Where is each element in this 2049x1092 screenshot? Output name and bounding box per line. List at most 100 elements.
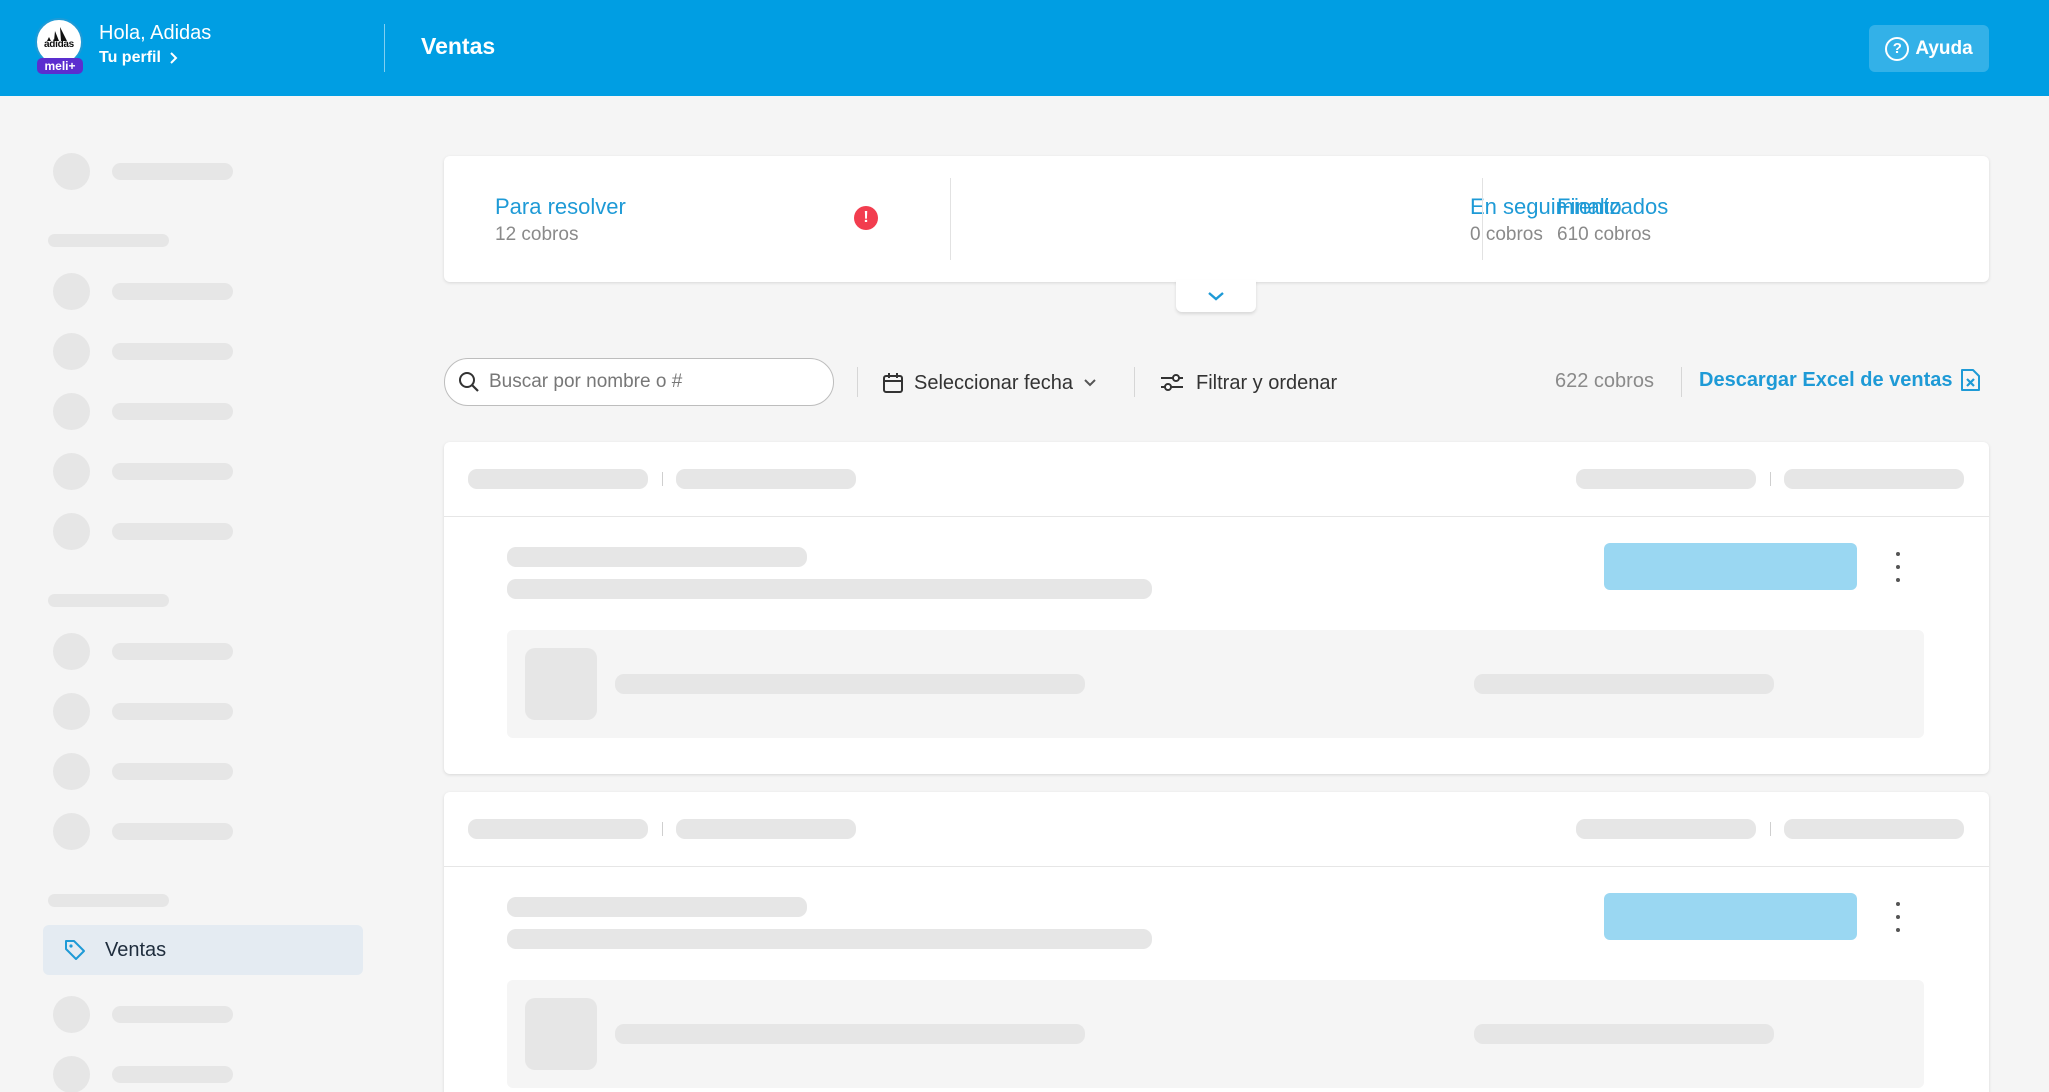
more-options-icon[interactable] — [1893, 902, 1903, 932]
chevron-down-icon — [1208, 292, 1224, 301]
sidebar-skeleton-icon — [53, 996, 90, 1033]
sidebar-skeleton-icon — [53, 333, 90, 370]
sidebar-skeleton-icon — [53, 513, 90, 550]
skeleton-line — [468, 469, 648, 489]
sidebar-skeleton-label — [112, 163, 233, 180]
brand-text: adidas — [44, 39, 74, 50]
excel-file-icon — [1960, 369, 1980, 391]
sidebar-item-ventas[interactable]: Ventas — [43, 925, 363, 975]
greeting-text: Hola, Adidas — [99, 22, 212, 44]
skeleton-item-box — [507, 630, 1924, 738]
help-button[interactable]: ? Ayuda — [1869, 25, 1989, 72]
status-title: Finalizados — [1557, 194, 1669, 219]
sale-card — [444, 442, 1989, 774]
skeleton-action-button — [1604, 893, 1857, 940]
skeleton-divider — [662, 822, 663, 836]
sidebar-skeleton-icon — [53, 453, 90, 490]
search-icon — [459, 372, 479, 392]
sidebar-skeleton-icon — [53, 153, 90, 190]
filter-sort-button[interactable]: Filtrar y ordenar — [1160, 368, 1337, 398]
sidebar-skeleton-label — [112, 523, 233, 540]
skeleton-line — [615, 674, 1085, 694]
question-circle-icon: ? — [1885, 36, 1910, 61]
chevron-right-icon — [170, 52, 178, 64]
skeleton-line — [676, 469, 856, 489]
status-tab-en-seguimiento[interactable] — [951, 156, 1481, 282]
sidebar-skeleton-icon — [53, 1056, 90, 1092]
sidebar-skeleton-label — [112, 463, 233, 480]
status-tab-finalizados[interactable]: Finalizados 610 cobros — [1483, 156, 1989, 282]
card-divider — [444, 866, 1989, 867]
download-excel-link[interactable]: Descargar Excel de ventas — [1699, 368, 1981, 392]
skeleton-item-box — [507, 980, 1924, 1088]
select-date-label: Seleccionar fecha — [914, 371, 1073, 394]
skeleton-divider — [1770, 472, 1771, 486]
sidebar-skeleton-section — [48, 234, 169, 247]
toolbar-divider — [1681, 367, 1682, 397]
skeleton-line — [676, 819, 856, 839]
filter-sort-label: Filtrar y ordenar — [1196, 371, 1338, 394]
skeleton-line — [1784, 819, 1964, 839]
sliders-icon — [1161, 374, 1183, 391]
sidebar-skeleton-section — [48, 894, 169, 907]
status-tab-para-resolver[interactable]: Para resolver 12 cobros ! — [444, 156, 953, 282]
sidebar-skeleton-icon — [53, 693, 90, 730]
status-summary-card: Para resolver 12 cobros ! En seguimiento… — [444, 156, 1989, 282]
skeleton-line — [507, 579, 1152, 599]
skeleton-line — [1576, 819, 1756, 839]
skeleton-line — [615, 1024, 1085, 1044]
sidebar-skeleton-label — [112, 703, 233, 720]
skeleton-thumbnail — [525, 648, 597, 720]
search-box[interactable] — [444, 358, 834, 406]
help-button-label: Ayuda — [1915, 37, 1973, 59]
skeleton-line — [1784, 469, 1964, 489]
sidebar-skeleton-icon — [53, 753, 90, 790]
card-divider — [444, 516, 1989, 517]
skeleton-line — [507, 897, 807, 917]
skeleton-line — [1474, 674, 1774, 694]
sidebar-skeleton-label — [112, 1006, 233, 1023]
profile-link-label: Tu perfil — [99, 49, 161, 66]
skeleton-divider — [662, 472, 663, 486]
tag-icon — [65, 940, 85, 960]
top-header: adidas meli+ Hola, Adidas Tu perfil Vent… — [0, 0, 2049, 96]
sidebar-skeleton-label — [112, 763, 233, 780]
skeleton-line — [1576, 469, 1756, 489]
sidebar-item-label: Ventas — [105, 938, 167, 961]
sidebar-skeleton-label — [112, 403, 233, 420]
status-count: 12 cobros — [495, 224, 579, 245]
results-count: 622 cobros — [1555, 370, 1654, 392]
status-title: Para resolver — [495, 194, 626, 219]
sidebar-skeleton-icon — [53, 633, 90, 670]
skeleton-divider — [1770, 822, 1771, 836]
sidebar-skeleton-label — [112, 283, 233, 300]
toolbar-divider — [1134, 367, 1135, 397]
expand-status-button[interactable] — [1176, 280, 1256, 312]
search-input[interactable] — [489, 371, 819, 393]
skeleton-line — [507, 547, 807, 567]
sidebar-skeleton-section — [48, 594, 169, 607]
sidebar-skeleton-label — [112, 343, 233, 360]
meli-plus-badge: meli+ — [37, 58, 83, 74]
skeleton-line — [507, 929, 1152, 949]
skeleton-line — [468, 819, 648, 839]
status-count: 610 cobros — [1557, 224, 1652, 245]
page-title: Ventas — [421, 33, 496, 59]
skeleton-action-button — [1604, 543, 1857, 590]
sidebar-skeleton-label — [112, 1066, 233, 1083]
profile-link[interactable]: Tu perfil — [99, 49, 178, 67]
sidebar-skeleton-icon — [53, 813, 90, 850]
sidebar-skeleton-icon — [53, 393, 90, 430]
alert-icon: ! — [854, 206, 878, 230]
sale-card — [444, 792, 1989, 1092]
header-divider — [384, 24, 385, 72]
sidebar-skeleton-icon — [53, 273, 90, 310]
skeleton-line — [1474, 1024, 1774, 1044]
calendar-icon — [883, 373, 903, 393]
select-date-button[interactable]: Seleccionar fecha — [882, 368, 1097, 398]
download-excel-label: Descargar Excel de ventas — [1699, 368, 1953, 391]
skeleton-thumbnail — [525, 998, 597, 1070]
sidebar-skeleton-label — [112, 823, 233, 840]
more-options-icon[interactable] — [1893, 552, 1903, 582]
sidebar-skeleton-label — [112, 643, 233, 660]
